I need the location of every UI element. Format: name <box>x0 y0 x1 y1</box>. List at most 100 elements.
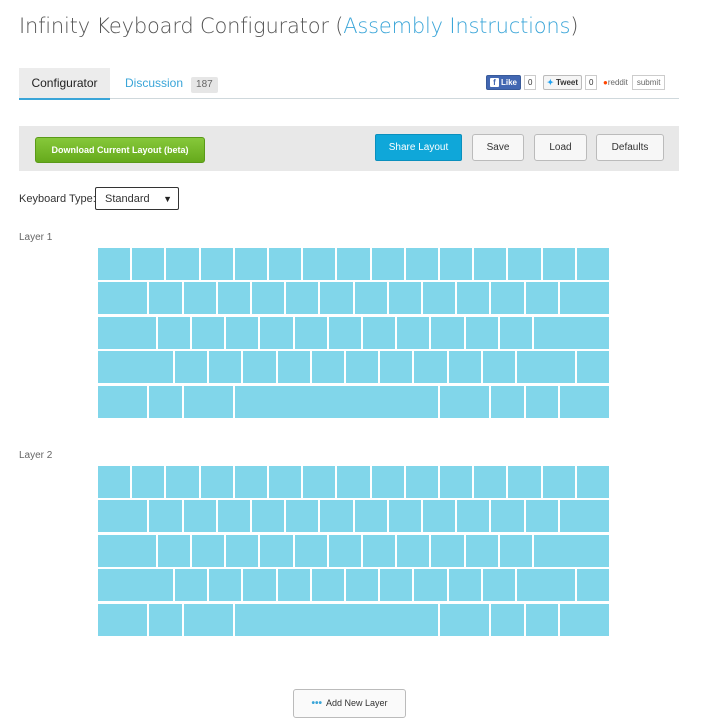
key-layer1-r3-k2[interactable] <box>158 317 190 349</box>
key-layer1-r2-k2[interactable] <box>149 282 182 314</box>
key-layer1-r4-k9[interactable] <box>414 351 447 383</box>
key-layer1-r3-k10[interactable] <box>431 317 464 349</box>
key-layer1-r3-k12[interactable] <box>500 317 532 349</box>
key-layer2-r2-k9[interactable] <box>389 500 421 532</box>
key-layer2-r3-k8[interactable] <box>363 535 395 567</box>
key-layer2-r3-k11[interactable] <box>466 535 498 567</box>
key-layer2-r2-k11[interactable] <box>457 500 489 532</box>
key-layer1-r3-k7[interactable] <box>329 317 361 349</box>
key-layer1-r4-k3[interactable] <box>209 351 241 383</box>
key-layer2-r4-k8[interactable] <box>380 569 412 601</box>
key-layer2-r5-k8[interactable] <box>560 604 609 636</box>
key-layer2-r3-k12[interactable] <box>500 535 532 567</box>
key-layer2-r1-k4[interactable] <box>201 466 233 498</box>
key-layer2-r3-k1[interactable] <box>98 535 156 567</box>
key-layer2-r4-k9[interactable] <box>414 569 447 601</box>
key-layer2-r3-k2[interactable] <box>158 535 190 567</box>
key-layer1-r1-k11[interactable] <box>440 248 472 280</box>
facebook-like[interactable]: f Like 0 <box>486 75 537 90</box>
key-layer2-r1-k15[interactable] <box>577 466 609 498</box>
key-layer2-r2-k8[interactable] <box>355 500 387 532</box>
key-layer1-r1-k13[interactable] <box>508 248 541 280</box>
key-layer1-r4-k6[interactable] <box>312 351 344 383</box>
key-layer2-r2-k14[interactable] <box>560 500 609 532</box>
key-layer1-r2-k13[interactable] <box>526 282 558 314</box>
key-layer2-r5-k3[interactable] <box>184 604 233 636</box>
key-layer2-r5-k1[interactable] <box>98 604 147 636</box>
key-layer2-r1-k13[interactable] <box>508 466 541 498</box>
key-layer1-r3-k6[interactable] <box>295 317 327 349</box>
key-layer1-r1-k3[interactable] <box>166 248 199 280</box>
key-layer1-r1-k4[interactable] <box>201 248 233 280</box>
key-layer2-r3-k10[interactable] <box>431 535 464 567</box>
key-layer1-r3-k1[interactable] <box>98 317 156 349</box>
twitter-tweet[interactable]: ✦ Tweet 0 <box>543 75 598 90</box>
key-layer2-r2-k10[interactable] <box>423 500 455 532</box>
key-layer1-r5-k1[interactable] <box>98 386 147 418</box>
key-layer2-r4-k6[interactable] <box>312 569 344 601</box>
key-layer1-r2-k9[interactable] <box>389 282 421 314</box>
reddit-submit[interactable]: ●reddit submit <box>603 75 666 90</box>
key-layer1-r4-k1[interactable] <box>98 351 173 383</box>
key-layer2-r2-k6[interactable] <box>286 500 318 532</box>
key-layer2-r1-k8[interactable] <box>337 466 370 498</box>
key-layer2-r2-k1[interactable] <box>98 500 147 532</box>
key-layer2-r5-k7[interactable] <box>526 604 558 636</box>
key-layer1-r1-k15[interactable] <box>577 248 609 280</box>
key-layer2-r4-k5[interactable] <box>278 569 310 601</box>
load-button[interactable]: Load <box>534 134 587 161</box>
key-layer2-r1-k2[interactable] <box>132 466 164 498</box>
key-layer1-r5-k7[interactable] <box>526 386 558 418</box>
key-layer1-r4-k5[interactable] <box>278 351 310 383</box>
key-layer2-r2-k7[interactable] <box>320 500 353 532</box>
key-layer2-r3-k13[interactable] <box>534 535 609 567</box>
key-layer2-r5-k4[interactable] <box>235 604 438 636</box>
keyboard-type-select[interactable]: Standard ▼ <box>95 187 179 210</box>
key-layer2-r3-k6[interactable] <box>295 535 327 567</box>
key-layer1-r3-k11[interactable] <box>466 317 498 349</box>
key-layer1-r1-k14[interactable] <box>543 248 575 280</box>
key-layer2-r4-k12[interactable] <box>517 569 575 601</box>
key-layer1-r2-k7[interactable] <box>320 282 353 314</box>
key-layer2-r2-k13[interactable] <box>526 500 558 532</box>
key-layer2-r1-k10[interactable] <box>406 466 438 498</box>
key-layer2-r1-k12[interactable] <box>474 466 506 498</box>
key-layer2-r3-k5[interactable] <box>260 535 293 567</box>
key-layer1-r4-k4[interactable] <box>243 351 276 383</box>
save-button[interactable]: Save <box>472 134 524 161</box>
key-layer1-r1-k7[interactable] <box>303 248 335 280</box>
key-layer2-r2-k2[interactable] <box>149 500 182 532</box>
key-layer1-r2-k1[interactable] <box>98 282 147 314</box>
key-layer2-r1-k5[interactable] <box>235 466 267 498</box>
reddit-submit-button[interactable]: submit <box>631 75 666 90</box>
key-layer1-r2-k10[interactable] <box>423 282 455 314</box>
tab-discussion[interactable]: Discussion 187 <box>125 68 218 98</box>
key-layer2-r5-k5[interactable] <box>440 604 489 636</box>
key-layer2-r2-k4[interactable] <box>218 500 250 532</box>
key-layer2-r5-k6[interactable] <box>491 604 524 636</box>
key-layer2-r1-k9[interactable] <box>372 466 404 498</box>
key-layer2-r1-k1[interactable] <box>98 466 130 498</box>
key-layer1-r1-k5[interactable] <box>235 248 267 280</box>
key-layer2-r1-k11[interactable] <box>440 466 472 498</box>
key-layer2-r2-k3[interactable] <box>184 500 216 532</box>
assembly-instructions-link[interactable]: Assembly Instructions <box>343 14 570 38</box>
key-layer1-r4-k11[interactable] <box>483 351 515 383</box>
key-layer1-r4-k13[interactable] <box>577 351 609 383</box>
key-layer1-r5-k6[interactable] <box>491 386 524 418</box>
key-layer1-r2-k3[interactable] <box>184 282 216 314</box>
key-layer1-r2-k5[interactable] <box>252 282 284 314</box>
key-layer2-r4-k13[interactable] <box>577 569 609 601</box>
key-layer1-r1-k9[interactable] <box>372 248 404 280</box>
key-layer1-r5-k5[interactable] <box>440 386 489 418</box>
key-layer2-r2-k5[interactable] <box>252 500 284 532</box>
key-layer1-r4-k7[interactable] <box>346 351 378 383</box>
key-layer1-r5-k8[interactable] <box>560 386 609 418</box>
key-layer1-r4-k10[interactable] <box>449 351 481 383</box>
key-layer1-r3-k9[interactable] <box>397 317 429 349</box>
tweet-button[interactable]: ✦ Tweet <box>543 75 583 90</box>
key-layer2-r3-k3[interactable] <box>192 535 224 567</box>
key-layer1-r3-k8[interactable] <box>363 317 395 349</box>
key-layer1-r1-k2[interactable] <box>132 248 164 280</box>
key-layer2-r3-k4[interactable] <box>226 535 258 567</box>
